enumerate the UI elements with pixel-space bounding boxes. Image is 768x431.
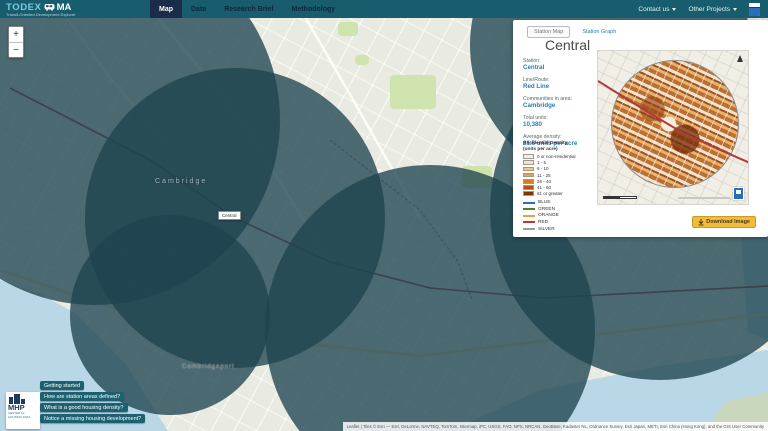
station-info: Station: Central Line/Route: Red Line Co… xyxy=(523,58,597,153)
field-total-units: Total units: 10,380 xyxy=(523,115,597,128)
density-legend: Residential Density (units per acre) 0 o… xyxy=(523,141,597,233)
mhp-logo-sub2: HOUSING DATA xyxy=(8,414,31,419)
line-legend-item: GREEN xyxy=(523,207,597,212)
tab-data[interactable]: Data xyxy=(182,0,215,18)
tab-station-graph[interactable]: Station Graph xyxy=(582,29,616,35)
mhp-header-logo[interactable] xyxy=(749,2,760,16)
nav-tabs: Map Data Research Brief Methodology xyxy=(150,0,344,18)
legend-swatch xyxy=(523,172,534,178)
app-logo: TODEX MA Transit-Oriented Development Ex… xyxy=(0,0,150,18)
tab-map[interactable]: Map xyxy=(150,0,182,18)
legend-swatch xyxy=(523,191,534,196)
north-arrow-icon xyxy=(737,55,743,62)
todex-app: TODEX MA Transit-Oriented Development Ex… xyxy=(0,0,768,431)
zoom-in-button[interactable]: + xyxy=(9,27,23,42)
contact-us-dropdown[interactable]: Contact us xyxy=(638,5,677,13)
legend-subtitle: (units per acre) xyxy=(523,146,558,152)
contact-us-label: Contact us xyxy=(638,5,670,13)
field-value: 10,380 xyxy=(523,121,542,128)
line-swatch xyxy=(523,208,535,211)
legend-item: 26 - 40 xyxy=(523,179,597,184)
chevron-down-icon xyxy=(733,7,737,11)
map-zoom-control: + − xyxy=(8,26,24,58)
field-communities: Communities in area: Cambridge xyxy=(523,96,597,109)
download-icon xyxy=(698,218,704,225)
line-swatch xyxy=(523,201,535,204)
field-value: Red Line xyxy=(523,83,550,90)
legend-item: 41 - 60 xyxy=(523,185,597,190)
field-station: Station: Central xyxy=(523,58,597,71)
missing-development-button[interactable]: Notice a missing housing development? xyxy=(40,414,146,423)
line-legend-item: SILVER xyxy=(523,227,597,232)
chevron-down-icon xyxy=(672,7,677,11)
tab-research-brief[interactable]: Research Brief xyxy=(215,0,282,18)
minimap-overlay xyxy=(598,80,748,164)
line-swatch xyxy=(523,228,535,230)
legend-swatch xyxy=(523,154,534,159)
other-projects-label: Other Projects xyxy=(688,5,730,13)
train-icon xyxy=(44,4,55,11)
map-attribution: Leaflet | Tiles © Esri — Esri, DeLorme, … xyxy=(342,422,768,431)
header: TODEX MA Transit-Oriented Development Ex… xyxy=(0,0,768,18)
field-line-route: Line/Route: Red Line xyxy=(523,77,597,90)
legend-item: 61 or greater xyxy=(523,191,597,196)
help-buttons: Getting started How are station areas de… xyxy=(40,381,146,425)
getting-started-button[interactable]: Getting started xyxy=(40,381,85,390)
logo-text-ma: MA xyxy=(56,1,72,13)
legend-item: 0 or non-residential xyxy=(523,154,597,159)
mhp-minimap-logo xyxy=(733,187,744,200)
download-label: Download Image xyxy=(706,219,750,225)
legend-item: 1 - 5 xyxy=(523,160,597,165)
legend-swatch xyxy=(523,166,534,172)
line-legend: BLUE GREEN ORANGE RED SILVER xyxy=(523,200,597,232)
legend-swatch xyxy=(523,160,534,165)
minimap-attribution xyxy=(678,197,730,199)
legend-item: 6 - 10 xyxy=(523,166,597,171)
scale-bar xyxy=(603,196,637,199)
station-panel: Station Map Station Graph Central Statio… xyxy=(513,20,768,237)
line-legend-item: ORANGE xyxy=(523,213,597,218)
logo-text-todex: TODEX xyxy=(6,1,42,13)
line-swatch xyxy=(523,214,535,217)
logo-subtitle: Transit-Oriented Development Explorer xyxy=(6,11,76,17)
station-areas-defined-button[interactable]: How are station areas defined? xyxy=(40,392,125,401)
station-minimap xyxy=(597,50,749,205)
field-value: Central xyxy=(523,64,545,71)
mhp-logo[interactable]: MHP CENTER for HOUSING DATA xyxy=(6,392,40,429)
other-projects-dropdown[interactable]: Other Projects xyxy=(688,6,737,13)
legend-swatch xyxy=(523,185,534,190)
tab-methodology[interactable]: Methodology xyxy=(283,0,345,18)
download-image-button[interactable]: Download Image xyxy=(692,216,756,228)
line-legend-item: RED xyxy=(523,220,597,225)
good-housing-density-button[interactable]: What is a good housing density? xyxy=(40,403,128,412)
page-title: Central xyxy=(545,37,591,53)
legend-swatch xyxy=(523,179,534,184)
zoom-out-button[interactable]: − xyxy=(9,42,23,57)
neighborhood-label-cambridgeport: Cambridgeport xyxy=(182,364,235,370)
city-label-cambridge: Cambridge xyxy=(155,178,208,185)
line-legend-item: BLUE xyxy=(523,200,597,205)
station-marker-central[interactable]: Central xyxy=(218,211,241,220)
line-swatch xyxy=(523,221,535,224)
legend-item: 11 - 25 xyxy=(523,173,597,178)
field-value: Cambridge xyxy=(523,102,556,109)
